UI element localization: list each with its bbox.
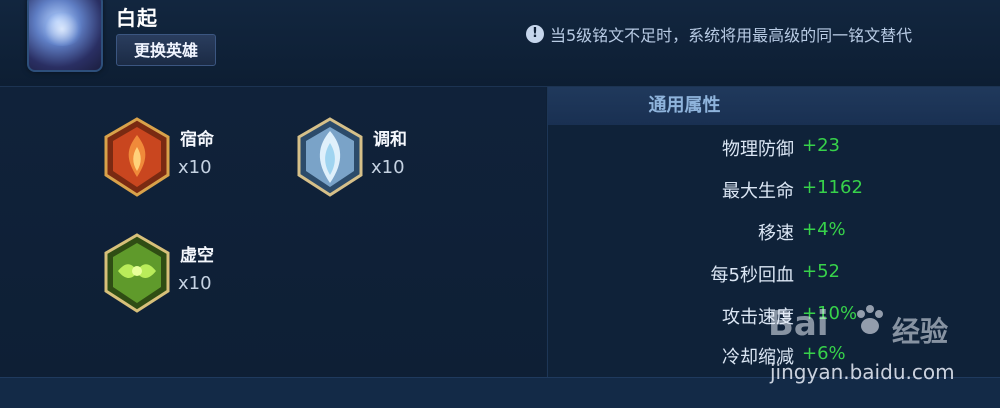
attribute-name: 冷却缩减 xyxy=(722,347,794,368)
attribute-value: +52 xyxy=(802,261,840,282)
rune-count: x10 xyxy=(371,157,405,178)
attribute-value: +4% xyxy=(802,219,846,240)
paw-icon xyxy=(857,305,883,334)
attribute-name: 攻击速度 xyxy=(722,307,794,328)
rune-item-xukong[interactable]: 虚空 x10 xyxy=(102,233,302,315)
void-rune-icon xyxy=(104,233,170,313)
attribute-name: 每5秒回血 xyxy=(710,265,794,286)
hero-portrait[interactable] xyxy=(27,0,103,72)
info-icon: ! xyxy=(526,25,544,43)
rune-item-suming[interactable]: 宿命 x10 xyxy=(102,117,302,199)
watermark-suffix: 经验 xyxy=(892,315,949,348)
notice: ! 当5级铭文不足时，系统将用最高级的同一铭文替代 xyxy=(526,22,912,46)
attribute-row: 物理防御 +23 xyxy=(594,135,994,163)
attributes-header: 通用属性 xyxy=(548,87,1000,125)
harmony-rune-icon xyxy=(297,117,363,197)
baidu-jingyan-watermark: Bai 经验 xyxy=(768,300,968,360)
attributes-title: 通用属性 xyxy=(648,95,721,116)
attribute-name: 物理防御 xyxy=(722,139,794,160)
rune-name: 调和 xyxy=(373,130,407,150)
watermark-brand: Bai xyxy=(768,304,829,344)
rune-list-panel: 宿命 x10 调和 x10 虚空 x10 xyxy=(0,87,546,377)
rune-item-tiaohe[interactable]: 调和 x10 xyxy=(295,117,495,199)
notice-text: 当5级铭文不足时，系统将用最高级的同一铭文替代 xyxy=(550,26,913,45)
attribute-name: 最大生命 xyxy=(722,181,794,202)
attribute-row: 每5秒回血 +52 xyxy=(594,261,994,289)
change-hero-button[interactable]: 更换英雄 xyxy=(116,34,216,66)
hero-name: 白起 xyxy=(116,6,158,30)
rune-name: 虚空 xyxy=(180,246,214,266)
attribute-value: +1162 xyxy=(802,177,863,198)
attribute-value: +23 xyxy=(802,135,840,156)
rune-count: x10 xyxy=(178,273,212,294)
top-bar: 白起 更换英雄 ! 当5级铭文不足时，系统将用最高级的同一铭文替代 xyxy=(0,0,1000,87)
watermark-url: jingyan.baidu.com xyxy=(770,360,955,384)
attribute-row: 移速 +4% xyxy=(594,219,994,247)
rune-name: 宿命 xyxy=(180,130,214,150)
rune-count: x10 xyxy=(178,157,212,178)
fate-rune-icon xyxy=(104,117,170,197)
attribute-name: 移速 xyxy=(758,223,794,244)
attribute-row: 最大生命 +1162 xyxy=(594,177,994,205)
